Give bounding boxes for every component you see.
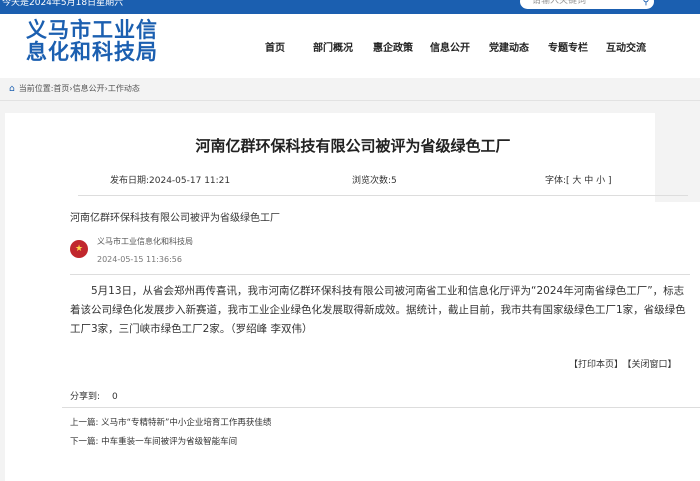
site-logo[interactable]: 义马市工业信 息化和科技局 [26,19,196,63]
article-actions: 【打印本页】 【关闭窗口】 [565,357,677,370]
search-input[interactable]: 请输入关键词 [520,0,654,9]
next-article: 下一篇: 中车重装一车间被评为省级智能车间 [70,435,237,447]
next-article-link[interactable]: 中车重装一车间被评为省级智能车间 [101,437,237,447]
prev-label: 上一篇: [70,418,99,428]
site-header: 义马市工业信 息化和科技局 首页 部门概况 惠企政策 信息公开 党建动态 专题专… [0,14,700,78]
prev-article: 上一篇: 义马市“专精特新”中小企业培育工作再获佳绩 [70,416,271,428]
logo-line-1: 义马市工业信 [26,18,158,42]
publish-date: 发布日期:2024-05-17 11:21 [110,176,231,186]
source-name: 义马市工业信息化和科技局 [97,237,193,246]
search-icon[interactable]: ⚲ [640,0,652,8]
prev-article-link[interactable]: 义马市“专精特新”中小企业培育工作再获佳绩 [101,418,271,428]
view-count: 浏览次数:5 [352,176,397,186]
next-label: 下一篇: [70,437,99,447]
share-label: 分享到: [70,392,101,402]
nav-info-public[interactable]: 信息公开 [430,39,470,54]
article-body: 5月13日，从省会郑州再传喜讯，我市河南亿群环保科技有限公司被河南省工业和信息化… [70,285,686,335]
nav-special[interactable]: 专题专栏 [548,39,588,54]
nav-party[interactable]: 党建动态 [489,39,529,54]
breadcrumb-label: 当前位置: [18,84,54,93]
divider [62,407,700,408]
font-size-control[interactable]: 字体:[ 大 中 小 ] [545,173,612,186]
divider [70,274,690,275]
breadcrumb: ⌂ 当前位置:首页›信息公开›工作动态 [9,83,140,94]
current-date: 今天是2024年5月18日星期六 [2,0,124,8]
article-title: 河南亿群环保科技有限公司被评为省级绿色工厂 [195,137,511,155]
divider [78,195,688,196]
breadcrumb-info-public[interactable]: 信息公开 [73,84,105,93]
source-time: 2024-05-15 11:36:56 [97,255,182,264]
nav-department[interactable]: 部门概况 [313,39,353,54]
print-button[interactable]: 【打印本页】 [569,360,623,370]
avatar: ★ [70,240,88,258]
logo-line-2: 息化和科技局 [26,40,158,64]
breadcrumb-home[interactable]: 首页 [53,84,69,93]
close-window-button[interactable]: 【关闭窗口】 [627,360,677,370]
top-bar: 今天是2024年5月18日星期六 请输入关键词 ⚲ [0,0,700,14]
breadcrumb-bar: ⌂ 当前位置:首页›信息公开›工作动态 [0,78,700,101]
embedded-title: 河南亿群环保科技有限公司被评为省级绿色工厂 [70,213,280,224]
home-icon: ⌂ [9,84,15,94]
nav-policy[interactable]: 惠企政策 [373,39,413,54]
share-count: 0 [112,392,118,402]
breadcrumb-work-news[interactable]: 工作动态 [108,84,140,93]
nav-interaction[interactable]: 互动交流 [606,39,646,54]
share-bar: 分享到: 0 [70,389,118,402]
nav-home[interactable]: 首页 [265,39,285,54]
